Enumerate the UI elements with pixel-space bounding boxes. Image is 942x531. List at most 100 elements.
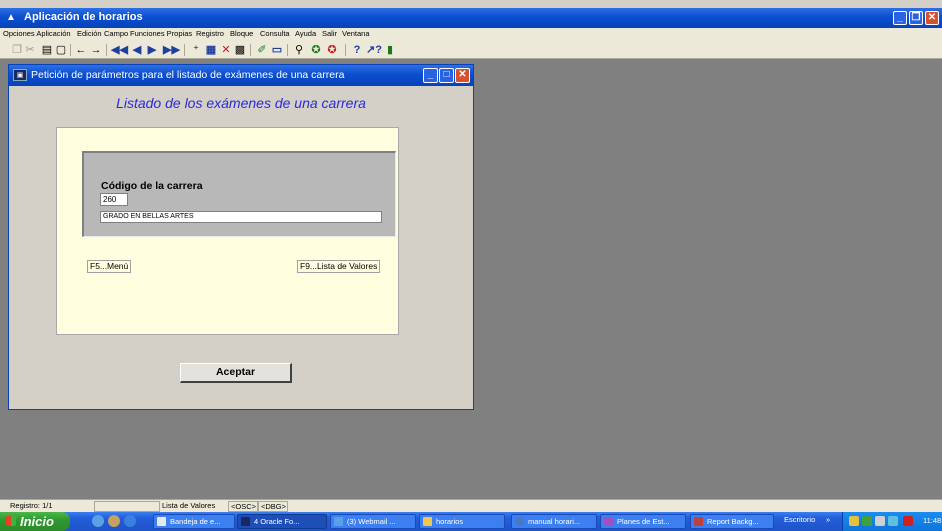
tray-icon-5[interactable]	[903, 516, 913, 526]
paste-icon[interactable]: ▤	[40, 43, 54, 57]
career-code-label: Código de la carrera	[101, 180, 203, 192]
save-icon[interactable]: ▦	[204, 43, 218, 57]
f9-lov-hint[interactable]: F9...Lista de Valores	[297, 260, 381, 273]
task-planes[interactable]: Planes de Est...	[600, 514, 686, 529]
desktop-toolbar[interactable]: Escritorio	[784, 515, 815, 524]
dialog-maximize-button[interactable]: □	[439, 68, 454, 83]
context-help-icon[interactable]: ↗?	[366, 43, 382, 57]
browser-icon	[604, 517, 613, 526]
prev-field-icon[interactable]: ←	[74, 43, 88, 57]
dialog-titlebar: ▣ Petición de parámetros para el listado…	[9, 65, 473, 86]
task-manual[interactable]: manual horari...	[511, 514, 597, 529]
clock: 11:48	[923, 516, 942, 525]
task-horarios[interactable]: horarios	[419, 514, 505, 529]
menu-edicion[interactable]: Edición	[77, 29, 102, 38]
start-button[interactable]: Inicio	[0, 512, 70, 531]
menu-ayuda[interactable]: Ayuda	[295, 29, 316, 38]
status-osc: <OSC>	[228, 501, 258, 512]
minimize-button[interactable]: _	[893, 11, 907, 25]
app-titlebar: ▲ Aplicación de horarios _ ❐ ✕	[0, 8, 942, 28]
tray-icon-4[interactable]	[888, 516, 898, 526]
app-title: Aplicación de horarios	[24, 11, 143, 23]
dialog-heading: Listado de los exámenes de una carrera	[116, 95, 366, 111]
oracle-forms-icon: ▣	[13, 69, 27, 81]
insert-icon[interactable]: ⁺	[189, 43, 203, 57]
start-label: Inicio	[20, 514, 54, 529]
status-record: Registro: 1/1	[10, 501, 53, 510]
parameter-panel: Código de la carrera 260 GRADO EN BELLAS…	[56, 127, 399, 383]
windows-logo-icon	[6, 516, 16, 526]
task-mail[interactable]: Bandeja de e...	[153, 514, 235, 529]
menubar: Opciones Aplicación Edición Campo Funcio…	[0, 28, 942, 42]
career-name-field: GRADO EN BELLAS ARTES	[100, 211, 382, 223]
toolbar: ❐ ✂ ▤ ▢ ← → ◀◀ ◀ ▶ ▶▶ ⁺ ▦ ✕ ▩ ✐ ▭ ⚲ ✪ ✪ …	[0, 42, 942, 59]
task-report[interactable]: Report Backg...	[690, 514, 774, 529]
system-tray: 11:48	[842, 512, 942, 531]
query-icon[interactable]: ▭	[270, 43, 284, 57]
edit-icon[interactable]: ✐	[255, 43, 269, 57]
first-record-icon[interactable]: ◀◀	[111, 43, 128, 57]
folder-icon	[423, 517, 432, 526]
oracle-icon	[241, 517, 250, 526]
career-block: Código de la carrera 260 GRADO EN BELLAS…	[82, 151, 396, 237]
help-icon[interactable]: ?	[350, 43, 364, 57]
task-label: Report Backg...	[707, 517, 759, 526]
dialog-minimize-button[interactable]: _	[423, 68, 438, 83]
task-label: manual horari...	[528, 517, 581, 526]
dialog-title: Petición de parámetros para el listado d…	[31, 69, 345, 81]
tray-icon-2[interactable]	[862, 516, 872, 526]
cut-icon[interactable]: ✂	[23, 43, 37, 57]
tray-icon-1[interactable]	[849, 516, 859, 526]
report-icon	[694, 517, 703, 526]
top-strip	[0, 0, 942, 8]
f5-menu-hint[interactable]: F5...Menú	[87, 260, 132, 273]
prev-record-icon[interactable]: ◀	[130, 43, 144, 57]
exit-icon[interactable]: ✕	[219, 43, 233, 57]
graduation-cap-icon: ▲	[6, 12, 16, 23]
print-icon[interactable]: ▩	[233, 43, 247, 57]
menu-bloque[interactable]: Bloque	[230, 29, 253, 38]
career-code-field[interactable]: 260	[100, 193, 128, 206]
status-blank	[94, 501, 160, 512]
task-label: Bandeja de e...	[170, 517, 221, 526]
menu-opciones-aplicacion[interactable]: Opciones Aplicación	[3, 29, 71, 38]
quicklaunch-browser-icon[interactable]	[124, 515, 136, 527]
menu-consulta[interactable]: Consulta	[260, 29, 290, 38]
task-label: 4 Oracle Fo...	[254, 517, 300, 526]
accept-button[interactable]: Aceptar	[180, 363, 292, 383]
close-button[interactable]: ✕	[925, 11, 939, 25]
task-oracle-forms[interactable]: 4 Oracle Fo...	[237, 514, 327, 529]
status-lov: Lista de Valores	[162, 501, 216, 510]
restore-button[interactable]: ❐	[909, 11, 923, 25]
dialog-close-button[interactable]: ✕	[455, 68, 470, 83]
menu-registro[interactable]: Registro	[196, 29, 224, 38]
find-icon[interactable]: ⚲	[292, 43, 306, 57]
task-label: horarios	[436, 517, 464, 526]
execute-icon[interactable]: ✪	[309, 43, 323, 57]
browser-icon	[334, 517, 343, 526]
word-icon	[515, 517, 524, 526]
menu-funciones-propias[interactable]: Funciones Propias	[130, 29, 192, 38]
next-field-icon[interactable]: →	[89, 43, 103, 57]
copy-icon[interactable]: ❐	[10, 43, 24, 57]
cancel-icon[interactable]: ✪	[325, 43, 339, 57]
clear-icon[interactable]: ▢	[54, 43, 68, 57]
statusbar: Registro: 1/1 Lista de Valores <OSC> <DB…	[0, 499, 942, 512]
menu-campo[interactable]: Campo	[104, 29, 128, 38]
parameter-dialog: ▣ Petición de parámetros para el listado…	[8, 64, 474, 410]
last-record-icon[interactable]: ▶▶	[163, 43, 180, 57]
quicklaunch-search-icon[interactable]	[108, 515, 120, 527]
task-webmail[interactable]: (3) Webmail ...	[330, 514, 416, 529]
taskbar: Inicio Bandeja de e... 4 Oracle Fo... (3…	[0, 512, 942, 531]
mail-icon	[157, 517, 166, 526]
task-label: Planes de Est...	[617, 517, 670, 526]
next-record-icon[interactable]: ▶	[145, 43, 159, 57]
quit-icon[interactable]: ▮	[383, 43, 397, 57]
status-dbg: <DBG>	[258, 501, 288, 512]
tray-icon-3[interactable]	[875, 516, 885, 526]
toolbar-expand-icon[interactable]: »	[826, 515, 830, 524]
quicklaunch-ie-icon[interactable]	[92, 515, 104, 527]
menu-ventana[interactable]: Ventana	[342, 29, 370, 38]
menu-salir[interactable]: Salir	[322, 29, 337, 38]
task-label: (3) Webmail ...	[347, 517, 396, 526]
